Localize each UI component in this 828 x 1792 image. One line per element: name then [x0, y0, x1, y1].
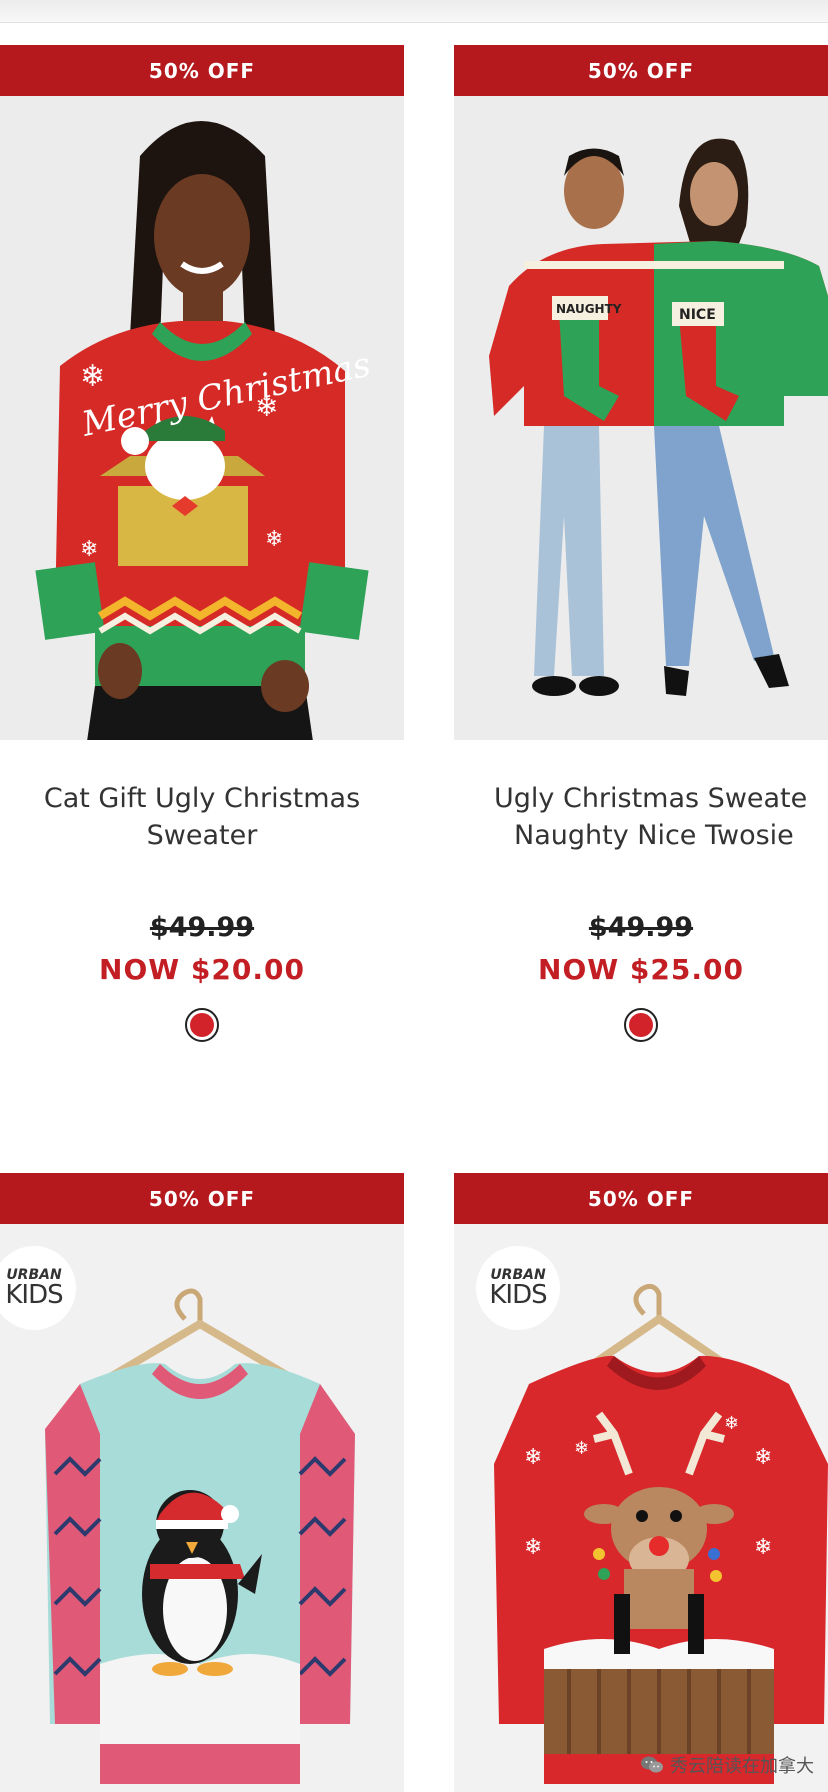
woman-sweater-illustration: Merry Christmas ❄ ❄ ❄ ❄ — [0, 96, 404, 740]
product-title-line: Cat Gift Ugly Christmas — [43, 783, 361, 814]
discount-badge: 50% OFF — [0, 45, 404, 96]
product-card[interactable]: 50% OFF — [454, 1173, 828, 1792]
couple-sweater-illustration: NAUGHTY NICE — [454, 96, 828, 740]
discount-badge: 50% OFF — [454, 45, 828, 96]
logo-text-bottom: KIDS — [489, 1280, 547, 1310]
product-title[interactable]: Ugly Christmas Sweate Naughty Nice Twosi… — [454, 780, 828, 854]
product-title-line: Sweater — [146, 820, 258, 851]
sale-price: NOW $20.00 — [99, 953, 305, 986]
top-bar — [0, 0, 828, 23]
wechat-watermark: 秀云陪读在加拿大 — [640, 1752, 814, 1778]
product-title-line: Ugly Christmas Sweate — [494, 783, 808, 814]
svg-text:❄: ❄ — [80, 537, 98, 562]
svg-text:❄: ❄ — [754, 1535, 772, 1560]
watermark-text: 秀云陪读在加拿大 — [670, 1756, 814, 1777]
urban-kids-logo: URBAN KIDS — [476, 1246, 560, 1330]
discount-badge: 50% OFF — [454, 1173, 828, 1224]
discount-badge: 50% OFF — [0, 1173, 404, 1224]
svg-text:❄: ❄ — [524, 1445, 542, 1470]
color-swatch-red[interactable] — [185, 1008, 219, 1042]
svg-text:❄: ❄ — [265, 527, 283, 552]
logo-text-bottom: KIDS — [5, 1280, 63, 1310]
product-title[interactable]: Cat Gift Ugly Christmas Sweater — [0, 780, 404, 854]
product-card[interactable]: 50% OFF — [0, 45, 404, 1042]
naughty-label: NAUGHTY — [556, 302, 622, 316]
svg-text:❄: ❄ — [255, 390, 278, 423]
original-price: $49.99 — [588, 912, 694, 943]
svg-text:❄: ❄ — [80, 359, 105, 394]
product-image[interactable]: URBAN KIDS — [0, 1224, 404, 1792]
svg-text:❄: ❄ — [574, 1438, 589, 1459]
product-image[interactable]: NAUGHTY NICE — [454, 96, 828, 740]
product-card[interactable]: 50% OFF NAUGHTY NICE Ugly Christmas Swea… — [454, 45, 828, 1042]
product-image[interactable]: ❄ ❄ ❄ ❄ ❄ ❄ URBAN KIDS — [454, 1224, 828, 1792]
product-card[interactable]: 50% OFF — [0, 1173, 404, 1792]
nice-label: NICE — [679, 307, 716, 323]
product-grid-page: 50% OFF Merry Christmas ❄ ❄ ❄ ❄ Cat Gift… — [0, 0, 828, 1792]
original-price: $49.99 — [149, 912, 255, 943]
svg-text:❄: ❄ — [724, 1413, 739, 1434]
svg-text:❄: ❄ — [524, 1535, 542, 1560]
sale-price: NOW $25.00 — [538, 953, 744, 986]
wechat-icon — [641, 1756, 663, 1773]
color-swatch-red[interactable] — [624, 1008, 658, 1042]
product-title-line: Naughty Nice Twosie — [514, 820, 794, 851]
svg-text:❄: ❄ — [754, 1445, 772, 1470]
product-image[interactable]: Merry Christmas ❄ ❄ ❄ ❄ — [0, 96, 404, 740]
